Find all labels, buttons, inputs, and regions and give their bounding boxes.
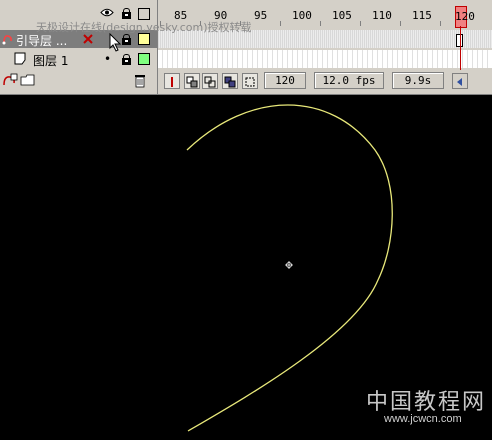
edit-multiple-frames-icon	[224, 76, 236, 88]
onion-skin-icon	[186, 76, 198, 88]
guide-layer-icon	[2, 35, 12, 45]
layer-row-layer1[interactable]: 图层 1 •	[0, 50, 157, 68]
arrow-left-icon	[457, 78, 462, 86]
scroll-left-button[interactable]	[452, 73, 468, 89]
trash-icon[interactable]	[134, 74, 146, 88]
frames-layer1[interactable]	[158, 50, 492, 68]
layer-lock-icon[interactable]	[122, 54, 131, 65]
playhead-line	[460, 26, 461, 70]
ruler-label: 105	[332, 9, 352, 22]
ruler-label: 95	[254, 9, 268, 22]
modify-onion-markers-button[interactable]	[242, 73, 258, 89]
timeline-panel: 引导层 ... 图层 1 • 天极设计在线(design.yesky.com)授…	[0, 0, 492, 95]
add-folder-icon[interactable]	[20, 73, 36, 87]
onion-markers-icon	[245, 77, 255, 87]
motion-guide-path[interactable]	[186, 104, 393, 432]
onion-outline-icon	[204, 76, 216, 88]
layers-panel: 引导层 ... 图层 1 •	[0, 0, 158, 94]
center-frame-button[interactable]	[164, 73, 180, 89]
mouse-cursor-icon	[109, 33, 122, 52]
layer-name-layer1[interactable]: 图层 1	[33, 52, 68, 69]
onion-outline-button[interactable]	[202, 73, 218, 89]
playhead[interactable]: 120	[455, 6, 475, 28]
layer-color-swatch[interactable]	[138, 53, 150, 65]
edit-multiple-frames-button[interactable]	[222, 73, 238, 89]
eye-icon[interactable]	[100, 8, 114, 17]
site-url-text: www.jcwcn.com	[384, 413, 462, 425]
layer-toolbar	[0, 70, 157, 92]
timeline-status-bar: 120 12.0 fps 9.9s	[158, 70, 492, 92]
layer-icon	[14, 52, 26, 65]
add-guide-layer-icon[interactable]	[2, 73, 18, 87]
lock-icon[interactable]	[122, 8, 131, 19]
registration-point-icon	[285, 261, 293, 269]
playhead-label: 120	[455, 10, 475, 23]
frame-rate-field: 12.0 fps	[314, 72, 384, 89]
center-frame-icon	[171, 77, 173, 87]
current-frame-field: 120	[264, 72, 306, 89]
watermark-text: 天极设计在线(design.yesky.com)授权转载	[36, 21, 252, 34]
site-logo-text: 中国教程网	[366, 390, 487, 415]
ruler-label: 110	[372, 9, 392, 22]
ruler-label: 100	[292, 9, 312, 22]
elapsed-time-field: 9.9s	[392, 72, 444, 89]
onion-skin-button[interactable]	[184, 73, 200, 89]
ruler-label: 115	[412, 9, 432, 22]
visible-dot[interactable]: •	[104, 52, 111, 66]
layer-lock-icon[interactable]	[122, 34, 131, 45]
